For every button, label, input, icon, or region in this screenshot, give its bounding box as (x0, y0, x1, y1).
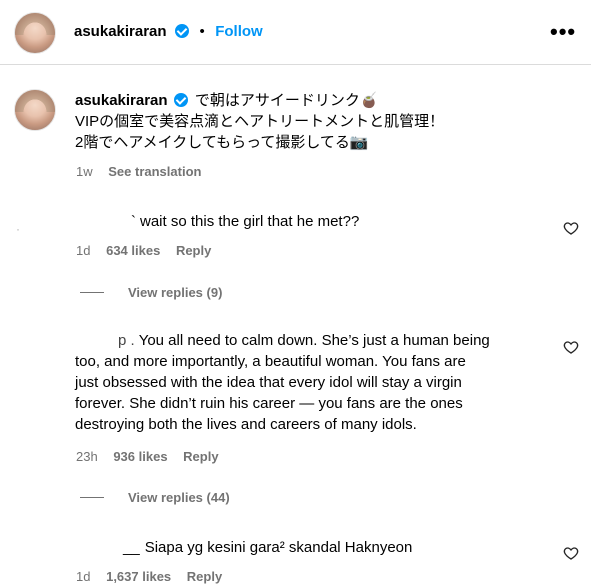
caption-avatar[interactable] (14, 89, 56, 131)
comment-3-likes[interactable]: 1,637 likes (106, 569, 171, 584)
comment-2-likes[interactable]: 936 likes (113, 449, 167, 464)
caption-line-1: asukakiraran で朝はアサイードリンク🧉 (75, 90, 575, 111)
comment-2-reply-button[interactable]: Reply (183, 449, 218, 464)
view-replies-2-label[interactable]: View replies (44) (128, 490, 230, 505)
view-replies-1-label[interactable]: View replies (9) (128, 285, 222, 300)
comment-3-time[interactable]: 1d (76, 569, 90, 584)
comment-2-username[interactable]: p . (118, 332, 135, 349)
view-replies-2-line (80, 497, 104, 498)
comment-2-text-5: destroying both the lives and careers of… (75, 416, 417, 433)
caption-text-3: 2階でヘアメイクしてもらって撮影してる📷 (75, 134, 369, 151)
comment-2-text-1: You all need to calm down. She’s just a … (138, 332, 490, 349)
caption-text-1: で朝はアサイードリンク🧉 (194, 92, 379, 109)
follow-button[interactable]: Follow (215, 23, 263, 40)
comment-3: __ Siapa yg kesini gara² skandal Haknyeon (123, 537, 412, 558)
more-options-icon[interactable]: ••• (550, 21, 576, 43)
caption-meta: 1w See translation (76, 164, 201, 179)
comment-2: p . You all need to calm down. She’s just… (75, 330, 553, 435)
see-translation-button[interactable]: See translation (108, 164, 201, 179)
comment-3-like-heart-icon[interactable] (563, 545, 579, 561)
comment-2-text-2: too, and more importantly, a beautiful w… (75, 353, 466, 370)
header-account: asukakiraran • Follow (74, 23, 263, 41)
caption-username[interactable]: asukakiraran (75, 92, 168, 109)
header-avatar[interactable] (14, 12, 56, 54)
view-replies-1-button[interactable]: View replies (9) (128, 285, 222, 300)
comment-3-meta: 1d 1,637 likes Reply (76, 569, 222, 584)
comment-1-text: wait so this the girl that he met?? (140, 213, 360, 230)
comment-3-reply-button[interactable]: Reply (187, 569, 222, 584)
header-separator: • (199, 23, 205, 40)
comment-3-text: Siapa yg kesini gara² skandal Haknyeon (144, 539, 413, 556)
comment-1-time[interactable]: 1d (76, 243, 90, 258)
comment-1-reply-button[interactable]: Reply (176, 243, 211, 258)
comment-1-username[interactable]: ` (131, 213, 136, 230)
comment-2-line-1: p . You all need to calm down. She’s just… (75, 330, 553, 351)
caption-text-2: VIPの個室で美容点滴とヘアトリートメントと肌管理！ (75, 113, 445, 130)
comment-2-like-heart-icon[interactable] (563, 339, 579, 355)
comment-2-text-3: just obsessed with the idea that every i… (75, 374, 462, 391)
header-divider (0, 64, 591, 65)
view-replies-1-line (80, 292, 104, 293)
comment-2-time[interactable]: 23h (76, 449, 98, 464)
comment-2-meta: 23h 936 likes Reply (76, 449, 219, 464)
comment-1-like-heart-icon[interactable] (563, 220, 579, 236)
view-replies-2-button[interactable]: View replies (44) (128, 490, 230, 505)
comment-1-meta: 1d 634 likes Reply (76, 243, 211, 258)
comment-1-likes[interactable]: 634 likes (106, 243, 160, 258)
comment-1-avatar[interactable]: · (16, 222, 20, 236)
verified-badge-icon (175, 24, 190, 38)
caption-block: asukakiraran で朝はアサイードリンク🧉 VIPの個室で美容点滴とヘア… (75, 90, 575, 153)
comment-2-text-4: forever. She didn’t ruin his career — yo… (75, 395, 463, 412)
comment-1: ` wait so this the girl that he met?? (131, 211, 359, 232)
caption-verified-badge-icon (173, 93, 188, 107)
comment-3-username[interactable]: __ (123, 539, 140, 556)
header-username[interactable]: asukakiraran (74, 23, 167, 40)
caption-time[interactable]: 1w (76, 164, 93, 179)
